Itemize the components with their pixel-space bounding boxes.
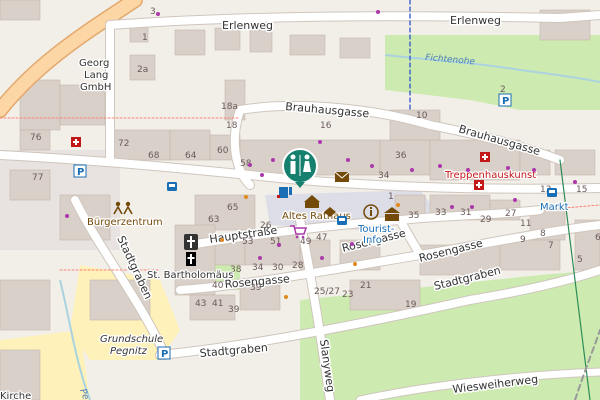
poi-st-bartholomaus[interactable]: St. Bartholomäus — [146, 269, 235, 283]
house-number: 15 — [576, 185, 587, 195]
svg-text:P: P — [161, 349, 168, 360]
poi-markt[interactable]: Markt — [539, 201, 570, 215]
poi-tourist-info-line1[interactable]: Tourist- — [356, 223, 396, 237]
house-number: 34 — [252, 263, 264, 273]
house-number: 28 — [292, 261, 304, 271]
map-svg: Erlenweg Erlenweg Brauhausgasse Brauhaus… — [0, 0, 600, 400]
house-number: 19 — [405, 300, 417, 310]
bus-stop-icon[interactable] — [547, 188, 557, 197]
map-canvas[interactable]: Erlenweg Erlenweg Brauhausgasse Brauhaus… — [0, 0, 600, 400]
house-number: 10 — [416, 111, 428, 121]
house-number: 36 — [395, 151, 407, 161]
house-number: 9 — [520, 235, 526, 245]
house-number: 77 — [32, 173, 43, 183]
house-number: 3 — [150, 7, 156, 17]
house-number: 27 — [505, 209, 516, 219]
house-number: 39 — [228, 305, 240, 315]
house-number: 7 — [548, 241, 554, 251]
bus-stop-icon[interactable] — [337, 216, 347, 225]
street-erlenweg-1: Erlenweg — [222, 19, 273, 32]
house-number: 2a — [137, 65, 148, 75]
house-number: 49 — [300, 237, 312, 247]
poi-georg-lang-line1: Georg — [79, 58, 109, 69]
house-number: 53 — [242, 237, 253, 247]
parking-icon[interactable]: P — [157, 346, 171, 360]
house-number: 23 — [342, 290, 353, 300]
house-number: 39 — [250, 283, 262, 293]
house-number: 33 — [435, 208, 446, 218]
post-office-icon[interactable] — [334, 171, 350, 182]
pharmacy-icon[interactable] — [480, 152, 490, 162]
house-number: 41 — [212, 299, 223, 309]
poi-grundschule-line2[interactable]: Pegnitz — [109, 345, 149, 359]
house-number: 34 — [378, 171, 390, 181]
street-erlenweg-2: Erlenweg — [450, 14, 501, 27]
house-number: 1 — [388, 192, 394, 202]
house-number: 18a — [221, 102, 238, 112]
house-number: 47 — [316, 233, 327, 243]
house-number: 60 — [217, 146, 229, 156]
parking-icon[interactable]: P — [498, 93, 512, 107]
poi-georg-lang-line3: GmbH — [80, 82, 111, 93]
poi-georg-lang-line2: Lang — [84, 70, 108, 81]
pharmacy-icon[interactable] — [71, 137, 81, 147]
house-number: 26 — [260, 221, 272, 231]
parking-icon[interactable]: P — [73, 164, 87, 178]
house-number: 68 — [148, 151, 160, 161]
house-number: 8 — [540, 229, 546, 239]
house-number: 65 — [227, 203, 238, 213]
house-number: 64 — [185, 151, 197, 161]
house-number: 40 — [212, 281, 224, 291]
house-number: 11 — [520, 219, 531, 229]
house-number: 6 — [595, 233, 600, 243]
poi-treppenhauskunst[interactable]: Treppenhauskunst — [443, 169, 538, 183]
pharmacy-icon[interactable] — [474, 180, 484, 190]
house-number: 5 — [577, 255, 583, 265]
poi-burgerzentrum[interactable]: Bürgerzentrum — [86, 216, 164, 230]
poi-kirche[interactable]: Kirche — [0, 390, 32, 400]
house-number: 43 — [195, 299, 206, 309]
house-number: 16 — [320, 121, 332, 131]
poi-grundschule-line1[interactable]: Grundschule — [99, 333, 165, 347]
house-number: 21 — [360, 281, 371, 291]
poi-tourist-info-line2[interactable]: Info — [362, 234, 383, 248]
church-icon[interactable] — [186, 252, 196, 266]
house-number: 72 — [118, 139, 129, 149]
house-number: 76 — [30, 133, 42, 143]
house-number: 25/27 — [314, 287, 340, 297]
svg-text:P: P — [77, 167, 84, 178]
house-number: 30 — [272, 263, 284, 273]
house-number: 63 — [208, 215, 219, 225]
svg-text:P: P — [502, 96, 509, 107]
bus-stop-icon[interactable] — [167, 182, 177, 191]
house-number: 31 — [460, 208, 471, 218]
house-number: 1 — [142, 33, 148, 43]
house-number: 18 — [226, 121, 238, 131]
house-number: 29 — [480, 215, 492, 225]
house-number: 35 — [408, 211, 419, 221]
church-icon[interactable] — [184, 234, 198, 250]
